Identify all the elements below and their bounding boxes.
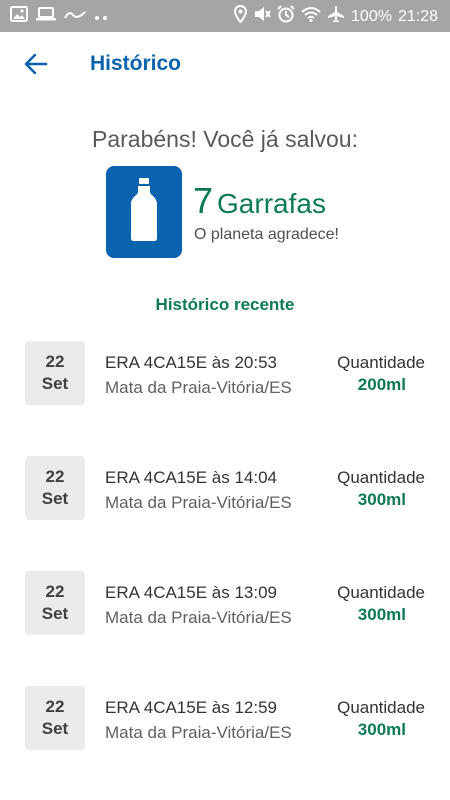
- quantity-label: Quantidade: [337, 353, 425, 372]
- item-location: Mata da Praia-Vitória/ES: [105, 493, 292, 512]
- history-item[interactable]: 22 Set ERA 4CA15E às 14:04 Mata da Praia…: [0, 455, 450, 521]
- quantity-value: 300ml: [357, 605, 406, 624]
- location-icon: [234, 4, 248, 28]
- airplane-icon: [327, 5, 345, 28]
- quantity-value: 300ml: [357, 490, 406, 509]
- bottle-unit: Garrafas: [217, 188, 326, 219]
- history-item[interactable]: 22 Set ERA 4CA15E às 20:53 Mata da Praia…: [0, 340, 450, 406]
- quantity-value: 200ml: [357, 375, 406, 394]
- item-title: ERA 4CA15E às 13:09: [105, 583, 278, 602]
- bottle-icon: [129, 177, 159, 247]
- date-month: Set: [41, 719, 69, 738]
- history-item[interactable]: 22 Set ERA 4CA15E às 13:09 Mata da Praia…: [0, 570, 450, 636]
- bottle-badge: [106, 166, 182, 258]
- item-title: ERA 4CA15E às 14:04: [105, 468, 278, 487]
- item-title: ERA 4CA15E às 12:59: [105, 698, 278, 717]
- planet-thanks: O planeta agradece!: [194, 226, 339, 243]
- date-badge: 22 Set: [25, 341, 85, 405]
- status-bar: 100% 21:28: [0, 0, 450, 32]
- quantity-label: Quantidade: [337, 583, 425, 602]
- item-location: Mata da Praia-Vitória/ES: [105, 723, 292, 742]
- date-month: Set: [41, 604, 69, 623]
- app-bar: Histórico: [0, 32, 450, 102]
- date-month: Set: [41, 374, 69, 393]
- date-month: Set: [41, 489, 69, 508]
- back-arrow-icon: [24, 53, 48, 80]
- laptop-icon: [36, 6, 56, 27]
- bottle-count: 7: [193, 180, 214, 221]
- bottles-saved: 7 Garrafas: [193, 180, 326, 222]
- date-badge: 22 Set: [25, 571, 85, 635]
- status-bar-right: 100% 21:28: [234, 4, 438, 28]
- clock: 21:28: [397, 7, 438, 25]
- date-badge: 22 Set: [25, 456, 85, 520]
- battery-level: 100%: [351, 7, 392, 25]
- status-bar-left: [10, 6, 108, 27]
- date-day: 22: [45, 697, 65, 716]
- date-day: 22: [45, 352, 65, 371]
- date-day: 22: [45, 467, 65, 486]
- app-icon: [64, 8, 86, 26]
- item-location: Mata da Praia-Vitória/ES: [105, 608, 292, 627]
- date-badge: 22 Set: [25, 686, 85, 750]
- image-icon: [10, 6, 28, 27]
- date-day: 22: [45, 582, 65, 601]
- page-title: Histórico: [90, 52, 182, 75]
- wifi-icon: [301, 6, 321, 27]
- quantity-label: Quantidade: [337, 698, 425, 717]
- congrats-text: Parabéns! Você já salvou:: [92, 126, 358, 152]
- history-item[interactable]: 22 Set ERA 4CA15E às 12:59 Mata da Praia…: [0, 685, 450, 751]
- mute-icon: [253, 5, 271, 28]
- quantity-value: 300ml: [357, 720, 406, 739]
- quantity-label: Quantidade: [337, 468, 425, 487]
- alarm-icon: [277, 5, 295, 28]
- more-dots-icon: [94, 8, 108, 26]
- item-title: ERA 4CA15E às 20:53: [105, 353, 278, 372]
- back-button[interactable]: [18, 50, 54, 82]
- item-location: Mata da Praia-Vitória/ES: [105, 378, 292, 397]
- recent-history-title: Histórico recente: [155, 295, 295, 314]
